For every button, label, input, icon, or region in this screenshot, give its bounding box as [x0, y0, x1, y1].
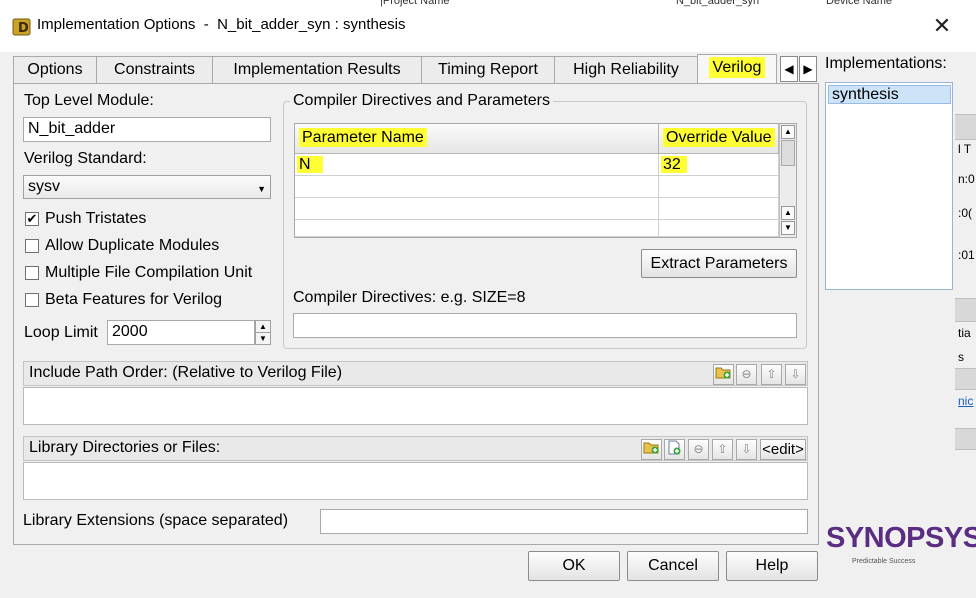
tab-verilog-label: Verilog	[708, 57, 766, 78]
scroll-up-icon[interactable]: ▲	[781, 125, 795, 139]
app-icon: D	[12, 17, 32, 37]
background-project-name: |Project Name	[380, 0, 450, 7]
move-up-icon[interactable]: ⇧	[761, 364, 782, 385]
tab-verilog[interactable]: Verilog	[697, 54, 777, 83]
logo-tagline: Predictable Success	[852, 558, 916, 565]
verilog-standard-select[interactable]: sysv ▼	[23, 175, 271, 199]
library-extensions-label: Library Extensions (space separated)	[23, 512, 289, 529]
move-down-icon[interactable]: ⇩	[785, 364, 806, 385]
library-label: Library Directories or Files:	[29, 439, 221, 456]
allow-duplicate-modules-label: Allow Duplicate Modules	[45, 237, 220, 254]
help-button[interactable]: Help	[726, 551, 818, 581]
tab-timing-report[interactable]: Timing Report	[421, 56, 555, 83]
move-up-icon[interactable]: ⇧	[712, 439, 733, 460]
list-item[interactable]: synthesis	[828, 85, 951, 104]
override-value-cell[interactable]	[659, 176, 779, 198]
background-text-4: :01	[958, 248, 975, 262]
add-file-icon[interactable]	[664, 439, 685, 460]
background-text-5: tia	[958, 326, 971, 340]
override-value-cell-text: 32	[661, 156, 687, 173]
multiple-file-compilation-checkbox[interactable]	[25, 266, 39, 280]
allow-duplicate-modules-checkbox[interactable]	[25, 239, 39, 253]
background-link: nic	[958, 394, 974, 408]
beta-features-checkbox[interactable]	[25, 293, 39, 307]
table-row[interactable]	[295, 176, 659, 198]
edit-button[interactable]: <edit>	[760, 439, 806, 460]
background-device-name: Device Name	[826, 0, 893, 7]
multiple-file-compilation-label: Multiple File Compilation Unit	[45, 264, 253, 281]
add-folder-icon[interactable]	[641, 439, 662, 460]
spin-down-icon[interactable]: ▼	[255, 332, 271, 345]
library-list[interactable]	[23, 462, 808, 500]
background-text-1: l T	[958, 142, 972, 156]
tab-options[interactable]: Options	[13, 56, 97, 83]
override-value-header[interactable]: Override Value	[659, 124, 779, 154]
background-panel-1	[955, 114, 976, 140]
loop-limit-label: Loop Limit	[24, 324, 98, 341]
tab-scroll-right-icon[interactable]: ▶	[799, 56, 817, 82]
library-header: Library Directories or Files: ⊖ ⇧ ⇩ <edi…	[23, 436, 808, 461]
tab-implementation-results[interactable]: Implementation Results	[212, 56, 422, 83]
tab-constraints[interactable]: Constraints	[96, 56, 213, 83]
table-row[interactable]	[295, 198, 659, 220]
loop-limit-input[interactable]: 2000	[107, 320, 255, 345]
verilog-standard-label: Verilog Standard:	[24, 150, 147, 167]
compiler-directives-input[interactable]	[293, 313, 797, 338]
background-panel-3	[955, 368, 976, 390]
scroll-down-icon[interactable]: ▼	[781, 221, 795, 235]
include-path-label: Include Path Order: (Relative to Verilog…	[29, 364, 343, 381]
tab-timing-report-label: Timing Report	[438, 61, 538, 78]
beta-features-label: Beta Features for Verilog	[45, 291, 222, 308]
background-text-2: n:0	[958, 172, 975, 186]
compiler-directives-label: Compiler Directives: e.g. SIZE=8	[293, 289, 526, 306]
top-level-module-label: Top Level Module:	[24, 92, 154, 109]
table-row[interactable]	[295, 220, 659, 237]
parameter-name-cell: N	[297, 156, 323, 173]
library-extensions-input[interactable]	[320, 509, 808, 534]
tab-high-reliability[interactable]: High Reliability	[554, 56, 698, 83]
window-title: Implementation Options - N_bit_adder_syn…	[37, 16, 406, 33]
top-level-module-input[interactable]: N_bit_adder	[23, 117, 271, 142]
implementations-list[interactable]: synthesis	[825, 82, 953, 290]
push-tristates-label: Push Tristates	[45, 210, 147, 227]
tab-high-reliability-label: High Reliability	[573, 61, 679, 78]
override-value-header-label: Override Value	[663, 128, 775, 147]
close-icon[interactable]: ✕	[928, 12, 956, 40]
chevron-down-icon: ▼	[257, 184, 266, 194]
remove-icon[interactable]: ⊖	[736, 364, 757, 385]
tab-constraints-label: Constraints	[114, 61, 195, 78]
svg-text:D: D	[18, 21, 29, 36]
background-text-3: :0(	[958, 206, 973, 220]
verilog-standard-value: sysv	[28, 178, 60, 195]
move-down-icon[interactable]: ⇩	[736, 439, 757, 460]
extract-parameters-button[interactable]: Extract Parameters	[641, 249, 797, 278]
scroll-up-icon[interactable]: ▲	[781, 206, 795, 220]
background-text-6: s	[958, 350, 964, 364]
parameter-name-header[interactable]: Parameter Name	[295, 124, 659, 154]
override-value-cell[interactable]: 32	[659, 154, 779, 176]
add-folder-icon[interactable]	[713, 364, 734, 385]
ok-button[interactable]: OK	[528, 551, 620, 581]
synopsys-logo: SYNOPSYS	[826, 522, 976, 554]
parameter-name-header-label: Parameter Name	[299, 128, 427, 147]
tab-implementation-results-label: Implementation Results	[233, 61, 401, 78]
include-path-header: Include Path Order: (Relative to Verilog…	[23, 361, 808, 386]
cancel-button[interactable]: Cancel	[627, 551, 719, 581]
override-value-cell[interactable]	[659, 220, 779, 237]
implementations-label: Implementations:	[825, 55, 947, 72]
remove-icon[interactable]: ⊖	[688, 439, 709, 460]
tab-options-label: Options	[27, 61, 83, 78]
include-path-list[interactable]	[23, 387, 808, 425]
background-panel-4	[955, 428, 976, 450]
push-tristates-checkbox[interactable]: ✔	[25, 212, 39, 226]
background-project-value: N_bit_adder_syn	[676, 0, 760, 7]
override-value-cell[interactable]	[659, 198, 779, 220]
compiler-directives-title: Compiler Directives and Parameters	[290, 92, 553, 110]
scroll-thumb[interactable]	[781, 140, 795, 166]
tab-scroll-left-icon[interactable]: ◀	[780, 56, 798, 82]
table-row[interactable]: N	[295, 154, 659, 176]
background-panel-2	[955, 298, 976, 322]
